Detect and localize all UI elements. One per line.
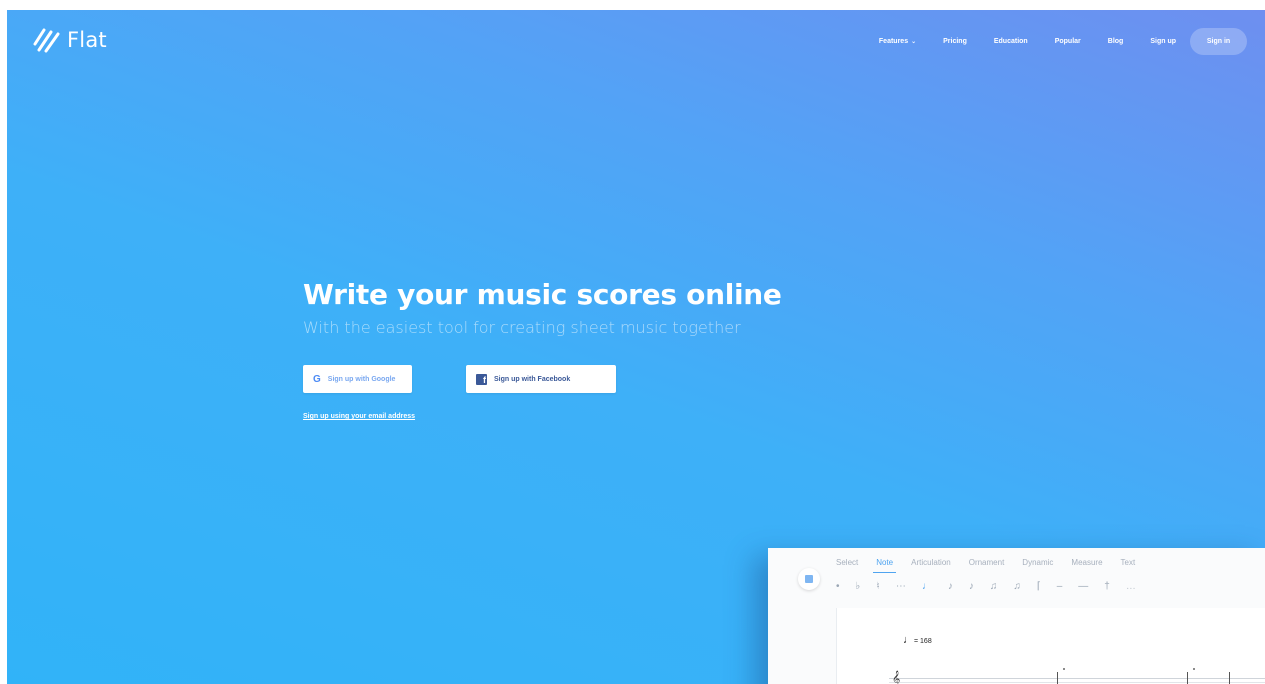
barline — [1187, 672, 1188, 684]
tab-note[interactable]: Note — [873, 558, 897, 573]
flat-logo-icon — [33, 28, 60, 53]
tab-articulation[interactable]: Articulation — [911, 558, 951, 567]
editor-preview: Select Note Articulation Ornament Dynami… — [768, 548, 1265, 684]
nav-pricing[interactable]: Pricing — [943, 38, 967, 45]
hero-section: Flat Features ⌄ Pricing Education Popula… — [7, 10, 1265, 684]
signup-facebook-label: Sign up with Facebook — [494, 375, 571, 383]
menu-icon — [805, 575, 813, 583]
tempo-value: = 168 — [914, 638, 932, 645]
nav-signup[interactable]: Sign up — [1150, 38, 1176, 45]
note-dot — [1193, 668, 1195, 670]
brand-logo[interactable]: Flat — [33, 26, 107, 54]
tab-text[interactable]: Text — [1121, 558, 1136, 567]
signup-facebook-button[interactable]: f Sign up with Facebook — [466, 365, 616, 393]
chevron-down-icon: ⌄ — [911, 39, 917, 45]
top-nav: Features ⌄ Pricing Education Popular Blo… — [879, 28, 1247, 55]
hero-subtitle: With the easiest tool for creating sheet… — [303, 318, 741, 337]
quarter-rest-icon[interactable]: ⌈ — [1037, 581, 1041, 592]
editor-menu-button[interactable] — [798, 568, 820, 590]
score-paper[interactable]: ♩= 168 𝄞 — [836, 608, 1265, 684]
eighth-note-icon[interactable]: ♪ — [948, 581, 953, 592]
tab-select[interactable]: Select — [836, 558, 858, 567]
nav-popular[interactable]: Popular — [1055, 38, 1081, 45]
nav-blog[interactable]: Blog — [1108, 38, 1124, 45]
signup-google-button[interactable]: G Sign up with Google — [303, 365, 412, 393]
nav-education[interactable]: Education — [994, 38, 1028, 45]
barline — [1057, 672, 1058, 684]
nav-features-label: Features — [878, 38, 909, 45]
editor-tabs: Select Note Articulation Ornament Dynami… — [836, 558, 1136, 573]
hero-title: Write your music scores online — [303, 278, 782, 311]
sixteenth-note-icon[interactable]: ♪ — [969, 581, 974, 592]
tempo-marking: ♩= 168 — [903, 634, 932, 646]
beamed-note-icon[interactable]: ♫ — [990, 581, 998, 592]
flat-icon[interactable]: ♭ — [856, 581, 861, 592]
quarter-note-icon[interactable]: ♩ — [922, 581, 932, 592]
note-toolbar: • ♭ ♮ ⋯ ♩ ♪ ♪ ♫ ♫ ⌈ – — † … — [836, 581, 1136, 592]
tab-ornament[interactable]: Ornament — [969, 558, 1005, 567]
tab-measure[interactable]: Measure — [1071, 558, 1102, 567]
dot-icon[interactable]: ⋯ — [896, 581, 906, 592]
facebook-icon: f — [476, 373, 487, 385]
thirty-second-note-icon[interactable]: ♫ — [1013, 581, 1021, 592]
signup-email-link[interactable]: Sign up using your email address — [303, 413, 415, 420]
google-icon: G — [313, 373, 321, 385]
signin-button[interactable]: Sign in — [1190, 28, 1247, 55]
tie-icon[interactable]: † — [1104, 581, 1110, 592]
note-dot — [1063, 668, 1065, 670]
staff-line — [889, 682, 1265, 683]
treble-clef-icon: 𝄞 — [892, 670, 901, 684]
sharp-icon[interactable]: • — [836, 581, 840, 592]
signup-google-label: Sign up with Google — [327, 375, 396, 383]
more-icon[interactable]: … — [1126, 581, 1136, 592]
half-rest-icon[interactable]: – — [1057, 581, 1063, 592]
whole-rest-icon[interactable]: — — [1078, 581, 1088, 592]
staff-line — [889, 678, 1265, 679]
tab-dynamic[interactable]: Dynamic — [1022, 558, 1053, 567]
nav-features[interactable]: Features ⌄ — [879, 38, 916, 45]
quarter-note-icon: ♩ — [903, 634, 914, 646]
barline — [1229, 672, 1230, 684]
natural-icon[interactable]: ♮ — [876, 581, 880, 592]
brand-name: Flat — [67, 28, 107, 52]
